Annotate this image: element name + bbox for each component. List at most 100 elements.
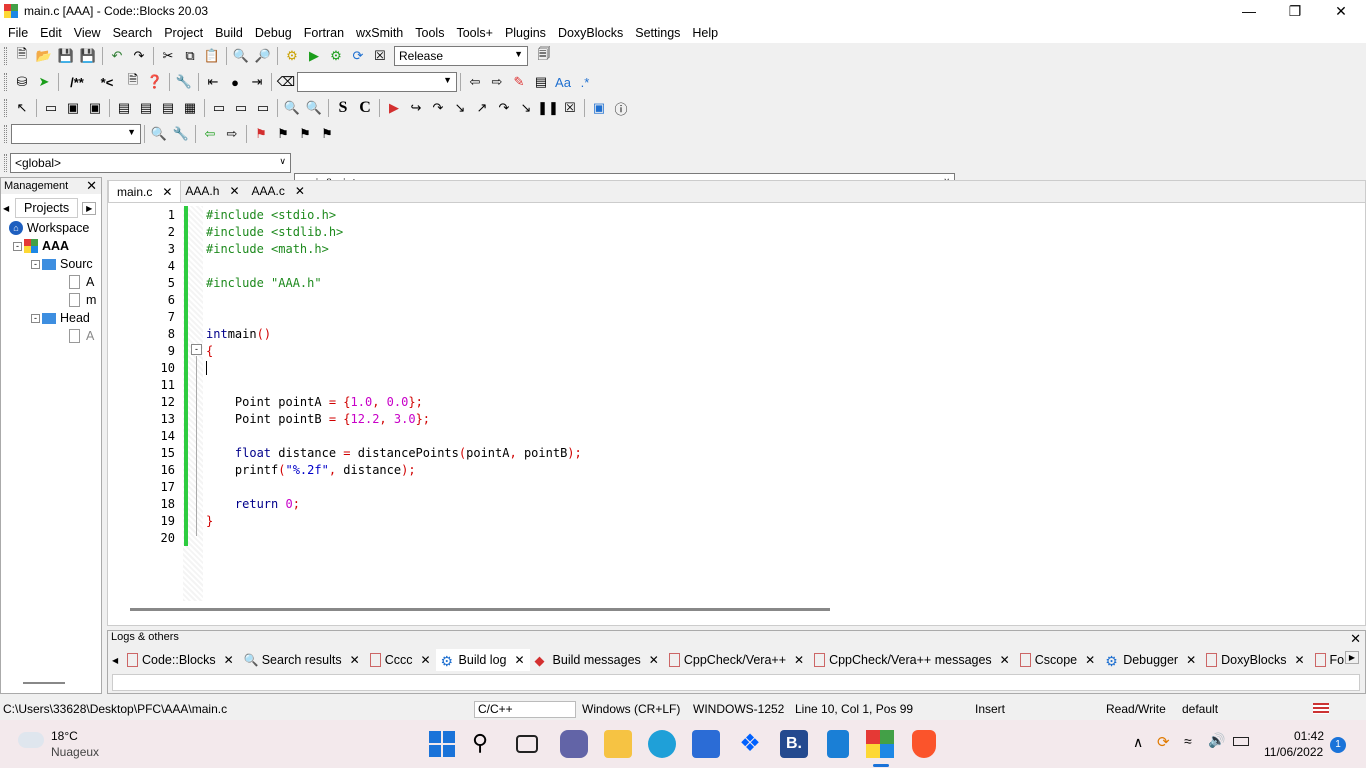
clock-time[interactable]: 01:42 xyxy=(1294,729,1324,743)
build-run-icon[interactable]: ⚙ xyxy=(326,46,346,66)
tab-scroll-right-icon[interactable]: ▶ xyxy=(82,201,97,215)
open-icon[interactable]: 📂 xyxy=(34,46,54,66)
sync-icon[interactable]: ⟳ xyxy=(1157,733,1170,751)
build-target-select[interactable]: Release ▼ xyxy=(394,46,528,66)
info-icon[interactable]: ⓘ xyxy=(611,98,631,118)
tab-projects[interactable]: Projects xyxy=(15,198,79,218)
close-tab-icon[interactable]: ✕ xyxy=(162,185,172,199)
menu-fortran[interactable]: Fortran xyxy=(298,26,350,40)
rebuild-icon[interactable]: ⟳ xyxy=(348,46,368,66)
toolbar-grip[interactable] xyxy=(4,73,7,91)
log-content[interactable] xyxy=(112,674,1360,691)
flag-next-icon[interactable]: ⚑ xyxy=(295,124,315,144)
code-line[interactable]: Point pointA = {1.0, 0.0}; xyxy=(206,395,423,409)
close-tab-icon[interactable]: ✕ xyxy=(1000,653,1010,667)
code-line[interactable]: printf("%.2f", distance); xyxy=(206,463,416,477)
next-line-icon[interactable]: ↷ xyxy=(428,98,448,118)
wrench-icon[interactable]: 🔧 xyxy=(174,72,194,92)
bookmark-dot-icon[interactable]: ● xyxy=(225,72,245,92)
minimize-button[interactable]: — xyxy=(1226,0,1272,22)
flag-red-icon[interactable]: ⚑ xyxy=(251,124,271,144)
close-tab-icon[interactable]: ✕ xyxy=(295,184,305,198)
menu-file[interactable]: File xyxy=(0,26,34,40)
next-instr-icon[interactable]: ↷ xyxy=(494,98,514,118)
back-arrow-icon[interactable]: ⇦ xyxy=(465,72,485,92)
zoom-out-icon[interactable]: 🔍 xyxy=(304,98,324,118)
tab-cppcheck-messages[interactable]: CppCheck/Vera++ messages ✕ xyxy=(809,649,1015,671)
tag-icon[interactable]: ⌫ xyxy=(276,72,296,92)
toolbar-grip[interactable] xyxy=(4,154,7,172)
close-tab-icon[interactable]: ✕ xyxy=(1085,653,1095,667)
debug-start-icon[interactable]: ▶ xyxy=(384,98,404,118)
find-icon[interactable]: 🔍 xyxy=(231,46,251,66)
prev-bookmark-icon[interactable]: ⇤ xyxy=(203,72,223,92)
codeblocks-taskbar-icon[interactable] xyxy=(866,730,894,758)
menu-edit[interactable]: Edit xyxy=(34,26,68,40)
tree-workspace[interactable]: ⌂ Workspace xyxy=(9,221,89,235)
build-gear-icon[interactable]: ⚙ xyxy=(282,46,302,66)
close-tab-icon[interactable]: ✕ xyxy=(350,653,360,667)
collapse-icon[interactable]: - xyxy=(13,241,22,251)
code-line[interactable]: #include "AAA.h" xyxy=(206,276,322,290)
menu-plugins[interactable]: Plugins xyxy=(499,26,552,40)
tab-cccc[interactable]: Cccc ✕ xyxy=(365,649,436,671)
code-line[interactable]: #include <math.h> xyxy=(206,242,329,256)
close-tab-icon[interactable]: ✕ xyxy=(420,653,430,667)
tab-scroll-right-icon[interactable]: ▶ xyxy=(1344,651,1359,664)
menu-help[interactable]: Help xyxy=(686,26,724,40)
nav-forward-icon[interactable]: ⇨ xyxy=(222,124,242,144)
tree-headers-folder[interactable]: - Head xyxy=(31,311,90,325)
horizontal-scrollbar[interactable] xyxy=(130,608,830,611)
run-icon[interactable]: ▶ xyxy=(304,46,324,66)
menu-tools-plus[interactable]: Tools+ xyxy=(450,26,498,40)
highlight-icon[interactable]: ✎ xyxy=(509,72,529,92)
target-options-icon[interactable]: 🗐 xyxy=(534,46,554,66)
code-line[interactable]: } xyxy=(206,514,213,528)
tab-search-results[interactable]: 🔍 Search results ✕ xyxy=(239,649,365,671)
toolbar-grip[interactable] xyxy=(4,47,7,65)
search-combo[interactable]: ▼ xyxy=(297,72,457,92)
tab-aaa-c[interactable]: AAA.c ✕ xyxy=(248,180,313,202)
compile-icon[interactable]: ⛁ xyxy=(12,72,32,92)
tab-aaa-h[interactable]: AAA.h ✕ xyxy=(181,180,247,202)
menu-doxyblocks[interactable]: DoxyBlocks xyxy=(552,26,629,40)
chevron-up-icon[interactable]: ∧ xyxy=(1133,734,1143,751)
collapse-icon[interactable]: - xyxy=(31,313,40,323)
frame1-icon[interactable]: ▭ xyxy=(209,98,229,118)
match-case-icon[interactable]: Aa xyxy=(553,72,573,92)
close-tab-icon[interactable]: ✕ xyxy=(649,653,659,667)
image-icon[interactable]: ▣ xyxy=(63,98,83,118)
notepad-icon[interactable] xyxy=(827,730,849,758)
tab-codeblocks-log[interactable]: Code::Blocks ✕ xyxy=(122,649,239,671)
volume-icon[interactable]: 🔊 xyxy=(1208,732,1225,749)
tree-file[interactable]: m xyxy=(69,293,96,307)
wifi-icon[interactable]: ≈ xyxy=(1184,733,1192,749)
nav-back-icon[interactable]: ⇦ xyxy=(200,124,220,144)
menu-tools[interactable]: Tools xyxy=(409,26,450,40)
collapse-icon[interactable]: - xyxy=(31,259,40,269)
debug-windows-icon[interactable]: ▣ xyxy=(589,98,609,118)
menu-build[interactable]: Build xyxy=(209,26,249,40)
menu-search[interactable]: Search xyxy=(107,26,159,40)
tab-build-messages[interactable]: ◆ Build messages ✕ xyxy=(530,649,664,671)
tree-sources-folder[interactable]: - Sourc xyxy=(31,257,93,271)
close-tab-icon[interactable]: ✕ xyxy=(794,653,804,667)
step-instr-icon[interactable]: ↘ xyxy=(516,98,536,118)
code-line[interactable]: { xyxy=(206,344,213,358)
forward-arrow-icon[interactable]: ⇨ xyxy=(487,72,507,92)
abort-icon[interactable]: ☒ xyxy=(370,46,390,66)
restore-button[interactable]: ❐ xyxy=(1272,0,1318,22)
redo-icon[interactable]: ↷ xyxy=(129,46,149,66)
start-icon[interactable] xyxy=(428,730,456,758)
paste-icon[interactable]: 📋 xyxy=(202,46,222,66)
pointer-icon[interactable]: ↖ xyxy=(12,98,32,118)
chat-icon[interactable] xyxy=(560,730,588,758)
notification-badge[interactable]: 1 xyxy=(1330,737,1346,753)
comment-icon[interactable]: /** xyxy=(63,72,91,92)
pause-icon[interactable]: ❚❚ xyxy=(537,98,559,118)
tab-cppcheck[interactable]: CppCheck/Vera++ ✕ xyxy=(664,649,809,671)
edge-icon[interactable] xyxy=(648,730,676,758)
step-into-icon[interactable]: ↘ xyxy=(450,98,470,118)
tab-doxyblocks[interactable]: DoxyBlocks ✕ xyxy=(1201,649,1309,671)
close-window-button[interactable]: ✕ xyxy=(1318,0,1364,22)
